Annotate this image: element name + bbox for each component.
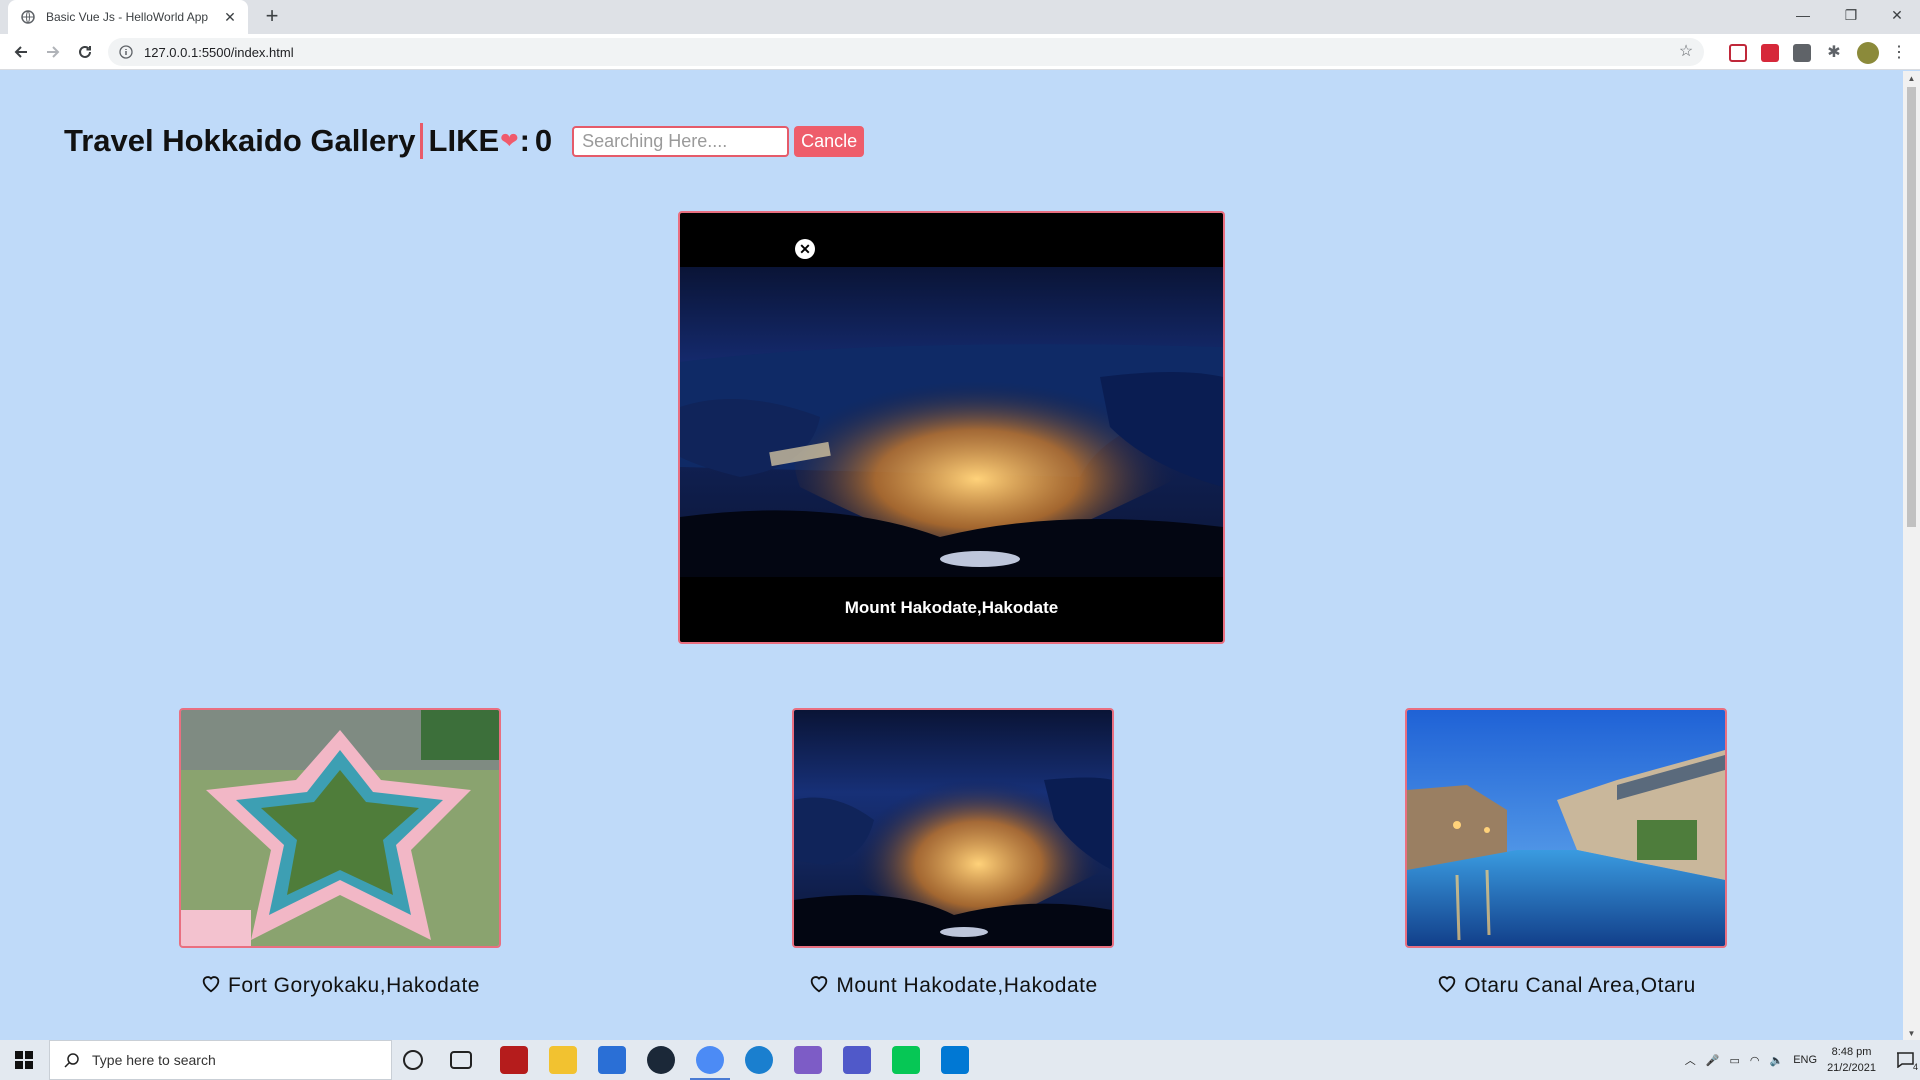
wifi-icon[interactable]: ◠	[1750, 1054, 1760, 1067]
page-content: Travel Hokkaido Gallery LIKE ❤ : 0 Cancl…	[0, 71, 1903, 1040]
taskbar-search-box[interactable]: Type here to search	[49, 1040, 392, 1080]
cortana-icon[interactable]	[403, 1050, 423, 1070]
reload-icon[interactable]	[73, 40, 97, 64]
edge-icon[interactable]	[745, 1046, 773, 1074]
gallery-caption-text: Fort Goryokaku,Hakodate	[228, 974, 480, 997]
close-icon[interactable]: ✕	[795, 239, 815, 259]
windows-start-icon[interactable]	[0, 1040, 48, 1080]
like-colon: :	[519, 123, 530, 158]
extension-pocket-icon[interactable]	[1729, 44, 1747, 62]
extension-screenshot-icon[interactable]	[1793, 44, 1811, 62]
language-indicator[interactable]: ENG	[1793, 1054, 1817, 1066]
app-header: Travel Hokkaido Gallery LIKE ❤ : 0 Cancl…	[64, 119, 865, 163]
heart-icon: ❤	[500, 128, 519, 153]
file-explorer-icon[interactable]	[549, 1046, 577, 1074]
teams-icon[interactable]	[843, 1046, 871, 1074]
gallery-photo-otaru-canal[interactable]	[1405, 708, 1727, 948]
volume-icon[interactable]: 🔈	[1770, 1054, 1784, 1067]
menu-kebab-icon[interactable]: ⋮	[1890, 44, 1908, 62]
lightbox-caption: Mount Hakodate,Hakodate	[844, 598, 1059, 617]
info-icon[interactable]	[118, 44, 134, 60]
microphone-icon[interactable]: 🎤	[1706, 1054, 1720, 1067]
page-scrollbar[interactable]: ▲ ▼	[1903, 71, 1920, 1040]
minimize-button[interactable]: —	[1780, 0, 1826, 30]
task-view-icon[interactable]	[450, 1051, 472, 1069]
clock-date: 21/2/2021	[1827, 1062, 1876, 1074]
heart-outline-icon[interactable]	[808, 972, 830, 994]
vscode-icon[interactable]	[941, 1046, 969, 1074]
title-divider	[419, 123, 423, 159]
extensions-puzzle-icon[interactable]: ✱	[1825, 44, 1843, 62]
fort-goryokaku-image	[181, 710, 499, 946]
url-text: 127.0.0.1:5500/index.html	[144, 44, 294, 60]
close-window-button[interactable]: ✕	[1874, 0, 1920, 30]
like-label: LIKE	[428, 123, 500, 158]
clock-time: 8:48 pm	[1831, 1046, 1872, 1058]
gallery-caption-text: Otaru Canal Area,Otaru	[1464, 974, 1696, 997]
bookmark-star-icon[interactable]: ☆	[1676, 42, 1696, 62]
heart-outline-icon[interactable]	[200, 972, 222, 994]
clock[interactable]: 8:48 pm 21/2/2021	[1827, 1044, 1876, 1076]
browser-toolbar: 127.0.0.1:5500/index.html ☆ ✱ ⋮	[0, 34, 1920, 70]
chrome-icon[interactable]	[696, 1046, 724, 1074]
gallery-caption-text: Mount Hakodate,Hakodate	[836, 974, 1098, 997]
chevron-up-icon[interactable]: ︿	[1685, 1052, 1696, 1068]
steam-icon[interactable]	[647, 1046, 675, 1074]
gallery-photo-mount-hakodate[interactable]	[792, 708, 1114, 948]
scrollbar-thumb[interactable]	[1907, 87, 1916, 527]
search-icon	[64, 1053, 79, 1068]
discord-icon[interactable]	[794, 1046, 822, 1074]
battery-icon[interactable]: ▭	[1730, 1054, 1740, 1067]
scroll-down-icon[interactable]: ▼	[1907, 1029, 1916, 1038]
heart-outline-icon[interactable]	[1436, 972, 1458, 994]
lightbox: ✕ Mount Hakodate,Hakodate	[678, 211, 1225, 644]
forward-icon[interactable]	[41, 40, 65, 64]
mount-hakodate-image	[794, 710, 1112, 946]
otaru-canal-image	[1407, 710, 1725, 946]
gallery-caption: Otaru Canal Area,Otaru	[1405, 974, 1727, 998]
mail-icon[interactable]	[598, 1046, 626, 1074]
gallery-caption: Mount Hakodate,Hakodate	[792, 974, 1114, 998]
address-bar[interactable]: 127.0.0.1:5500/index.html ☆	[108, 38, 1704, 66]
gallery-card[interactable]: Mount Hakodate,Hakodate	[792, 708, 1114, 998]
search-input[interactable]	[572, 125, 790, 157]
globe-icon	[20, 9, 36, 25]
profile-avatar[interactable]	[1857, 42, 1879, 64]
gallery-photo-fort-goryokaku[interactable]	[179, 708, 501, 948]
back-icon[interactable]	[9, 40, 33, 64]
restore-button[interactable]: ❐	[1828, 0, 1874, 30]
notification-center-icon[interactable]: 4	[1890, 1040, 1920, 1080]
tab-close-icon[interactable]: ✕	[222, 9, 238, 25]
tab-strip: Basic Vue Js - HelloWorld App ✕ + — ❐ ✕	[0, 0, 1920, 34]
lightbox-image	[680, 267, 1223, 577]
taskbar-app-icon[interactable]	[500, 1046, 528, 1074]
system-tray: ︿ 🎤 ▭ ◠ 🔈 ENG 8:48 pm 21/2/2021 4	[1685, 1040, 1920, 1080]
browser-tab[interactable]: Basic Vue Js - HelloWorld App ✕	[8, 0, 248, 34]
scroll-up-icon[interactable]: ▲	[1907, 74, 1916, 83]
new-tab-button[interactable]: +	[260, 5, 284, 29]
page-title: Travel Hokkaido Gallery	[64, 123, 416, 158]
taskbar-search-placeholder: Type here to search	[92, 1052, 216, 1068]
gallery-card[interactable]: Otaru Canal Area,Otaru	[1405, 708, 1727, 998]
notification-count: 4	[1912, 1062, 1918, 1072]
extension-shield-icon[interactable]	[1761, 44, 1779, 62]
like-count: 0	[534, 123, 553, 158]
cancel-button[interactable]: Cancle	[794, 125, 865, 157]
gallery-card[interactable]: Fort Goryokaku,Hakodate	[179, 708, 501, 998]
gallery-caption: Fort Goryokaku,Hakodate	[179, 974, 501, 998]
taskbar: Type here to search ︿ 🎤 ▭ ◠ 🔈 ENG 8:48 p…	[0, 1040, 1920, 1080]
tab-title: Basic Vue Js - HelloWorld App	[46, 10, 209, 24]
line-icon[interactable]	[892, 1046, 920, 1074]
